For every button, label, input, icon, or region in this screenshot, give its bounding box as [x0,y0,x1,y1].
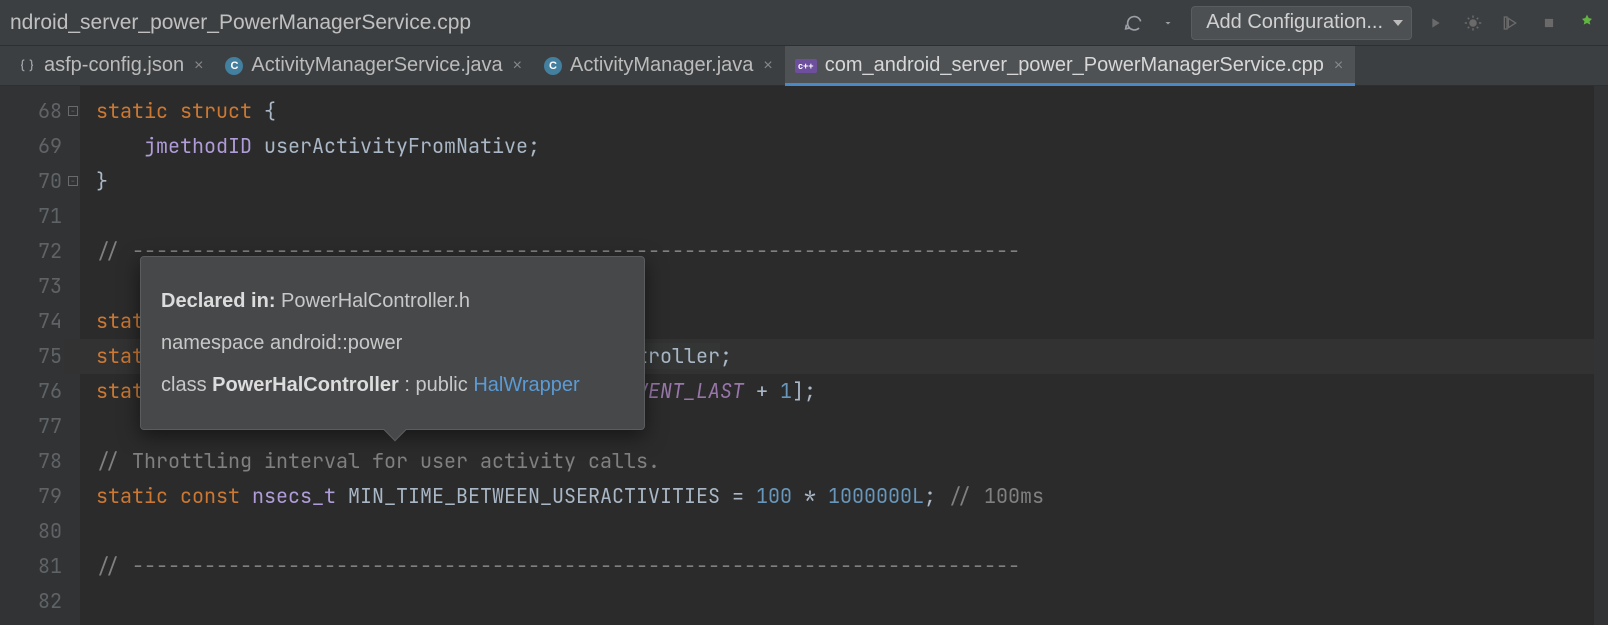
code-line[interactable]: // -------------------------------------… [96,549,1594,584]
editor-tab[interactable]: C ActivityManager.java × [534,46,785,85]
cpp-file-icon: c++ [795,59,817,73]
marker-strip[interactable] [1594,86,1608,625]
tab-label: asfp-config.json [44,54,184,77]
line-number[interactable]: 75 [0,339,62,374]
hover-base-class-link[interactable]: HalWrapper [473,374,579,396]
java-file-icon: C [544,57,562,75]
line-number[interactable]: 74 [0,304,62,339]
line-number[interactable]: 69 [0,129,62,164]
editor-tab[interactable]: C ActivityManagerService.java × [215,46,534,85]
debug-icon[interactable] [1462,12,1484,34]
editor-tabstrip: asfp-config.json × C ActivityManagerService… [0,46,1608,86]
run-icon-group [1424,12,1598,34]
hover-namespace: namespace android::power [161,329,624,357]
run-config-select[interactable]: Add Configuration... [1191,6,1412,40]
breadcrumb[interactable]: ndroid_server_power_PowerManagerService.… [10,11,1115,35]
code-line[interactable]: jmethodID userActivityFromNative; [96,129,1594,164]
code-line[interactable]: static struct { [96,94,1594,129]
toolbar-right-group: Add Configuration... [1123,6,1598,40]
code-line[interactable]: static const nsecs_t MIN_TIME_BETWEEN_US… [96,479,1594,514]
code-line[interactable] [96,584,1594,619]
close-icon[interactable]: × [192,57,205,75]
line-number[interactable]: 73 [0,269,62,304]
stop-icon[interactable] [1538,12,1560,34]
editor-tab[interactable]: c++ com_android_server_power_PowerManager… [785,46,1356,85]
editor-tab[interactable]: asfp-config.json × [8,46,215,85]
line-number[interactable]: 78 [0,444,62,479]
run-icon[interactable] [1424,12,1446,34]
line-number[interactable]: 70 [0,164,62,199]
line-number[interactable]: 81 [0,549,62,584]
hover-declared-in-value: PowerHalController.h [281,290,470,312]
line-number[interactable]: 76 [0,374,62,409]
line-number[interactable]: 82 [0,584,62,619]
hover-class-name: PowerHalController [212,374,399,396]
hover-inherit-sep: : public [399,374,473,396]
sync-icon[interactable] [1123,12,1145,34]
close-icon[interactable]: × [761,57,774,75]
close-icon[interactable]: × [511,57,524,75]
chevron-down-icon[interactable] [1157,12,1179,34]
tab-label: com_android_server_power_PowerManagerSer… [825,54,1324,77]
json-file-icon [18,57,36,75]
java-file-icon: C [225,57,243,75]
code-line[interactable] [96,199,1594,234]
build-icon[interactable] [1576,12,1598,34]
line-number[interactable]: 71 [0,199,62,234]
close-icon[interactable]: × [1332,57,1345,75]
fold-toggle-icon[interactable]: − [68,176,78,186]
run-config-label: Add Configuration... [1206,11,1383,34]
coverage-icon[interactable] [1500,12,1522,34]
code-line[interactable]: // Throttling interval for user activity… [96,444,1594,479]
line-number[interactable]: 72 [0,234,62,269]
editor: 686970717273747576777879808182 − − static … [0,86,1608,625]
line-number[interactable]: 77 [0,409,62,444]
line-number[interactable]: 68 [0,94,62,129]
main-toolbar: ndroid_server_power_PowerManagerService.… [0,0,1608,46]
fold-toggle-icon[interactable]: − [68,106,78,116]
hover-class-keyword: class [161,374,212,396]
line-number[interactable]: 79 [0,479,62,514]
hover-doc-popup: Declared in: PowerHalController.h namesp… [140,256,645,430]
tab-label: ActivityManager.java [570,54,753,77]
hover-declared-in-label: Declared in: [161,290,275,312]
line-number[interactable]: 80 [0,514,62,549]
code-line[interactable]: } [96,164,1594,199]
tab-label: ActivityManagerService.java [251,54,502,77]
code-line[interactable] [96,514,1594,549]
